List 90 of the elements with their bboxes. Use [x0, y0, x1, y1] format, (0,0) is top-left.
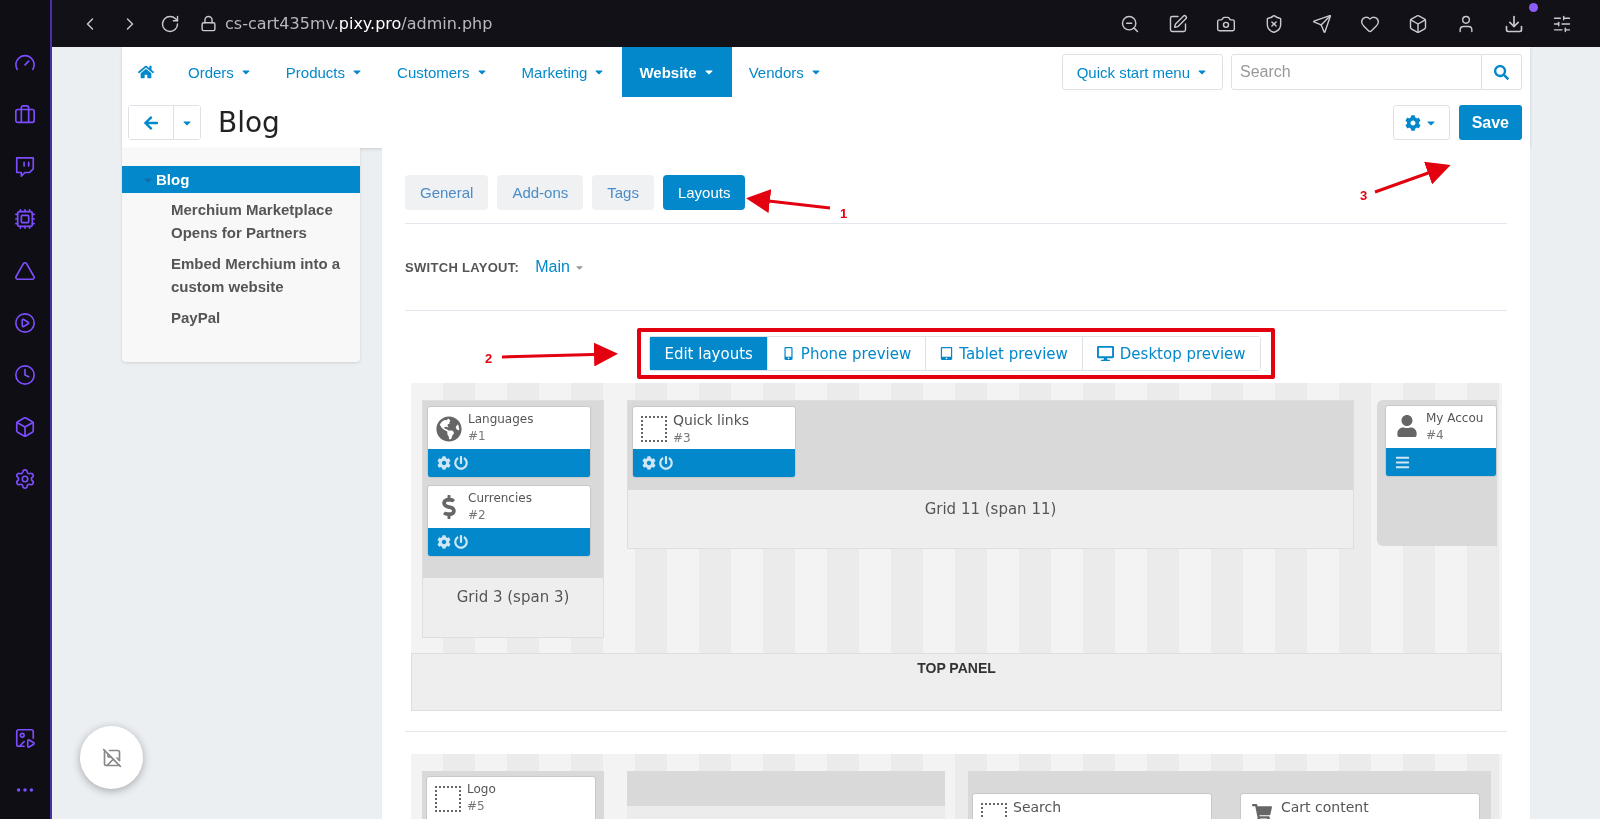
layout-block[interactable]: Search: [972, 793, 1212, 819]
cart-icon: [1252, 803, 1272, 819]
page-title: Blog: [218, 106, 280, 139]
block-name: My Accou: [1426, 411, 1484, 425]
back-arrow-icon: [143, 114, 159, 131]
settings-icon[interactable]: [437, 535, 451, 549]
placeholder-icon: [641, 416, 667, 442]
preview-mode-button[interactable]: Desktop preview: [1081, 337, 1260, 370]
block-name: Logo: [467, 782, 496, 796]
sliders-icon[interactable]: [1552, 13, 1572, 34]
nav-menu-item[interactable]: Website: [622, 47, 732, 97]
preview-mode-button[interactable]: Edit layouts: [650, 337, 767, 370]
phone-icon: [781, 347, 795, 360]
tree-item[interactable]: Merchium Marketplace Opens for Partners: [122, 193, 360, 247]
layout-block[interactable]: Cart content: [1240, 793, 1480, 819]
tab[interactable]: Add-ons: [497, 175, 584, 210]
globe-icon: [436, 416, 462, 442]
nav-menu-item[interactable]: Vendors: [731, 47, 839, 97]
layout-block[interactable]: Quick links #3: [632, 406, 796, 478]
nav-menu-item[interactable]: Marketing: [504, 47, 623, 97]
layout-block[interactable]: My Accou #4: [1385, 405, 1497, 477]
block-name: Currencies: [468, 491, 532, 505]
block-id: #5: [467, 799, 486, 813]
settings-icon[interactable]: [642, 456, 656, 470]
panel-label: TOP PANEL: [917, 660, 996, 678]
download-icon[interactable]: [1504, 13, 1524, 34]
settings-icon[interactable]: [14, 468, 36, 490]
search-icon: [1494, 64, 1509, 80]
power-icon[interactable]: [659, 456, 673, 470]
home-icon: [138, 64, 154, 80]
chip-icon[interactable]: [14, 208, 36, 230]
clock-icon[interactable]: [14, 364, 36, 386]
annotation-number: 2: [485, 351, 493, 366]
settings-icon[interactable]: [437, 456, 451, 470]
nav-menu-item[interactable]: Products: [268, 47, 381, 97]
user-icon: [1396, 415, 1418, 437]
tablet-icon: [940, 347, 954, 360]
block-id: #3: [673, 431, 692, 445]
tree-item[interactable]: Embed Merchium into a custom website: [122, 247, 360, 301]
image-icon[interactable]: [14, 727, 36, 749]
block-id: #2: [468, 508, 487, 522]
block-name: Quick links: [673, 412, 750, 428]
switch-layout-label: SWITCH LAYOUT:: [405, 259, 520, 275]
power-icon[interactable]: [454, 535, 468, 549]
send-icon[interactable]: [1312, 13, 1332, 34]
nav-menu-item[interactable]: Customers: [380, 47, 505, 97]
quick-start-button[interactable]: Quick start menu: [1061, 54, 1223, 90]
block-id: #4: [1426, 428, 1445, 442]
triangle-icon[interactable]: [14, 260, 36, 282]
address-bar[interactable]: cs-cart435mv.pixy.pro/admin.php: [225, 14, 493, 33]
tab[interactable]: Tags: [592, 175, 654, 210]
cube-icon[interactable]: [1408, 13, 1428, 34]
block-id: #1: [468, 429, 487, 443]
floating-button[interactable]: [80, 726, 143, 789]
notification-dot: [1529, 2, 1538, 12]
save-button[interactable]: Save: [1458, 105, 1522, 140]
briefcase-icon[interactable]: [14, 104, 36, 126]
user-icon[interactable]: [1456, 13, 1476, 34]
grid-label: Grid 11 (span 11): [924, 500, 1057, 518]
play-icon[interactable]: [14, 312, 36, 334]
annotation-number: 1: [840, 206, 848, 221]
tab[interactable]: General: [405, 175, 489, 210]
edit-icon[interactable]: [1168, 13, 1188, 34]
grid-label: Grid 3 (span 3): [456, 588, 570, 606]
annotation-number: 3: [1360, 188, 1368, 203]
menu-icon[interactable]: [1395, 454, 1410, 470]
search-field[interactable]: Search: [1231, 54, 1482, 90]
layout-block[interactable]: Currencies #2: [427, 485, 591, 557]
tab[interactable]: Layouts: [662, 175, 746, 210]
zoom-out-icon[interactable]: [1120, 13, 1140, 34]
block-name: Languages: [468, 412, 534, 426]
search-button[interactable]: [1482, 54, 1522, 90]
lock-icon: [200, 15, 217, 32]
layout-block[interactable]: Logo #5: [426, 776, 596, 819]
tree-item[interactable]: PayPal: [122, 301, 360, 332]
power-icon[interactable]: [454, 456, 468, 470]
shield-icon[interactable]: [1264, 13, 1284, 34]
block-name: Search: [1013, 799, 1062, 815]
desktop-icon: [1096, 345, 1114, 362]
tree-item[interactable]: Blog: [122, 166, 360, 193]
settings-icon: [1405, 114, 1422, 131]
layout-block[interactable]: Languages #1: [427, 406, 591, 478]
reload-icon[interactable]: [160, 13, 180, 34]
chat-icon[interactable]: [14, 156, 36, 178]
layout-dropdown[interactable]: Main: [535, 258, 585, 276]
nav-menu-item[interactable]: Orders: [171, 47, 269, 97]
block-name: Cart content: [1281, 799, 1369, 815]
placeholder-icon: [435, 786, 461, 812]
settings-button[interactable]: [1392, 105, 1450, 140]
broken-image-icon: [101, 747, 122, 768]
